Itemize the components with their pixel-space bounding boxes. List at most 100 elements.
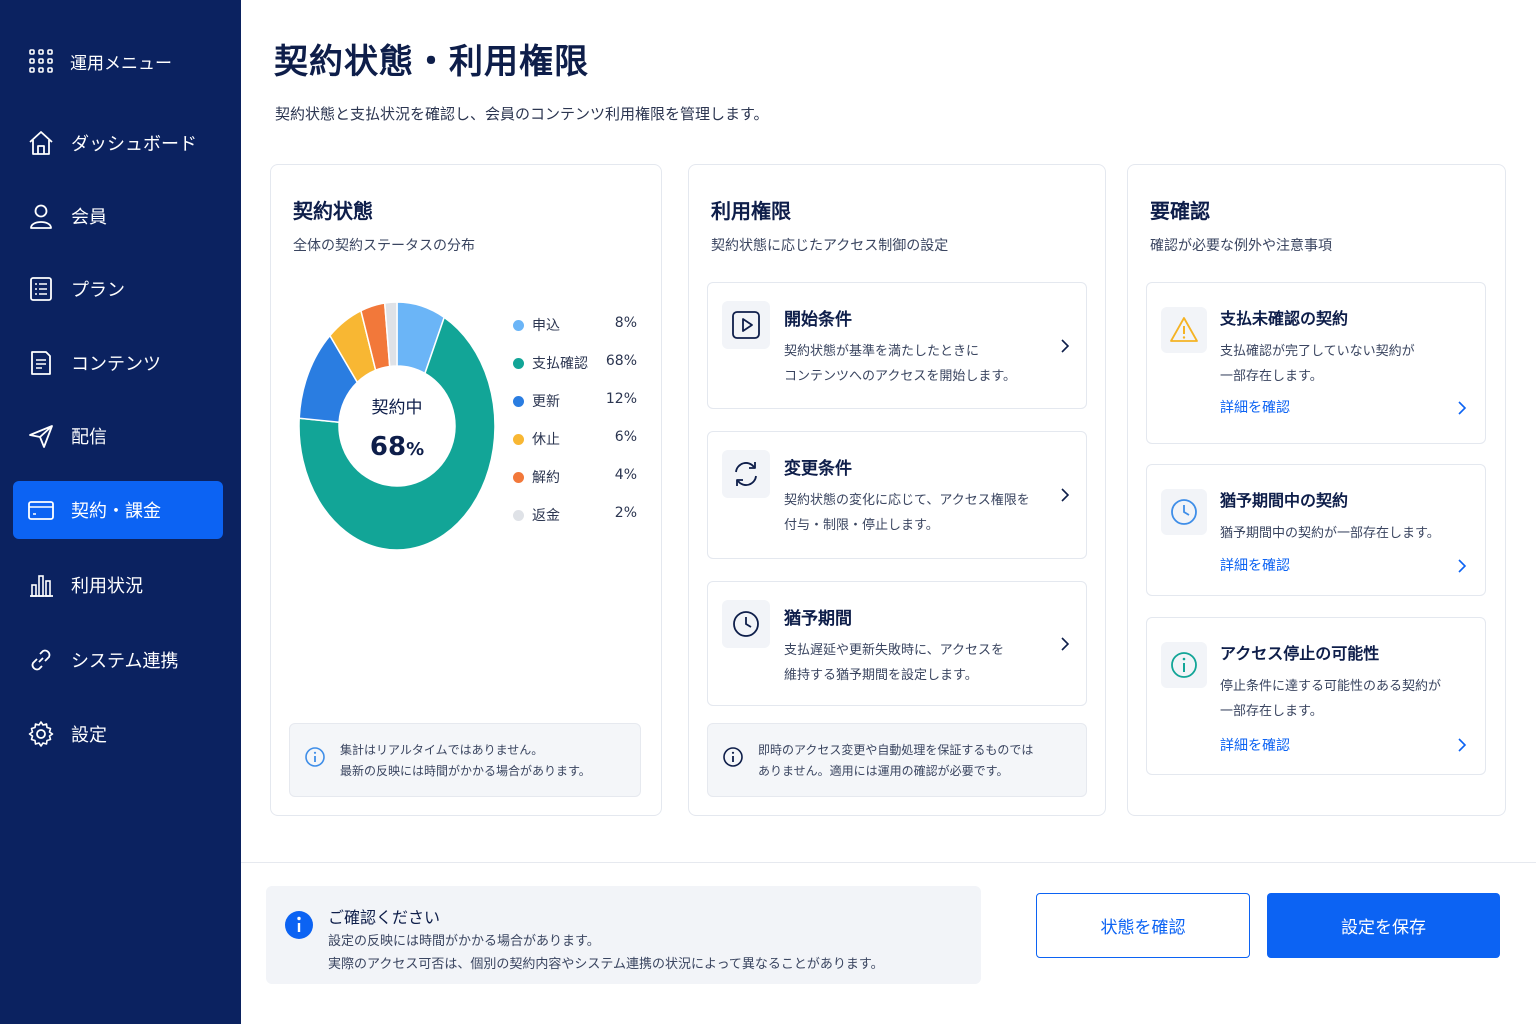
permission-item-grace[interactable]: 猶予期間 支払遅延や更新失敗時に、アクセスを 維持する猶予期間を設定します。 [707, 581, 1087, 706]
legend-item: 解約 4% [511, 467, 637, 505]
sidebar-item-settings[interactable]: 設定 [13, 705, 223, 763]
chevron-right-icon[interactable] [1457, 737, 1467, 753]
donut-center-value: 68% [370, 432, 424, 462]
sidebar-item-delivery[interactable]: 配信 [13, 407, 223, 465]
permission-description: 支払遅延や更新失敗時に、アクセスを 維持する猶予期間を設定します。 [784, 643, 1004, 683]
sidebar-item-label: 配信 [71, 427, 107, 448]
note-line: 最新の反映には時間がかかる場合があります。 [340, 764, 591, 778]
chevron-right-icon [1061, 338, 1070, 353]
sidebar-menu-label: 運用メニュー [70, 53, 172, 74]
review-title: アクセス停止の可能性 [1220, 644, 1380, 663]
legend-swatch [513, 434, 524, 445]
sidebar-item-billing[interactable]: 契約・課金 [13, 481, 223, 539]
legend-label: 解約 [532, 470, 560, 486]
legend-swatch [513, 396, 524, 407]
card-title: 利用権限 [711, 199, 791, 223]
chart-legend: 申込 8% 支払確認 68% 更新 12% 休止 6% 解約 4% 返金 2% [511, 315, 637, 543]
legend-label: 支払確認 [532, 356, 588, 372]
sidebar-menu-header: 運用メニュー [28, 48, 172, 74]
legend-item: 支払確認 68% [511, 353, 637, 391]
card-title: 要確認 [1150, 199, 1210, 223]
review-card: 要確認 確認が必要な例外や注意事項 支払未確認の契約 支払確認が完了していない契… [1127, 164, 1506, 816]
sidebar-item-label: 契約・課金 [71, 501, 161, 522]
review-description: 支払確認が完了していない契約が 一部存在します。 [1220, 344, 1415, 384]
sidebar-item-plans[interactable]: プラン [13, 260, 223, 318]
sidebar-item-members[interactable]: 会員 [13, 187, 223, 245]
legend-value: 68% [605, 353, 637, 369]
save-settings-button[interactable]: 設定を保存 [1267, 893, 1500, 958]
clock-icon [733, 611, 759, 637]
chevron-right-icon [1061, 488, 1070, 502]
plan-list-icon [30, 277, 52, 301]
sidebar-item-label: コンテンツ [71, 354, 161, 375]
donut-center-label: 契約中 [372, 398, 423, 418]
page-title: 契約状態・利用権限 [274, 42, 589, 82]
sidebar: 運用メニュー ダッシュボード 会員 プラン コンテンツ 配信 契約・課金 利用状… [0, 0, 241, 1024]
note-line: ありません。適用には運用の確認が必要です。 [758, 764, 1009, 778]
permission-item-start[interactable]: 開始条件 契約状態が基準を満たしたときに コンテンツへのアクセスを開始します。 [707, 282, 1087, 409]
bar-chart-icon [30, 575, 53, 597]
gear-icon [28, 721, 54, 747]
legend-item: 休止 6% [511, 429, 637, 467]
sidebar-item-integration[interactable]: システム連携 [13, 631, 223, 689]
sidebar-item-label: ダッシュボード [71, 134, 197, 155]
permission-description: 契約状態の変化に応じて、アクセス権限を 付与・制限・停止します。 [784, 493, 1030, 533]
detail-link[interactable]: 詳細を確認 [1220, 735, 1290, 755]
legend-label: 更新 [532, 394, 560, 410]
permission-title: 開始条件 [784, 310, 852, 330]
legend-swatch [513, 472, 524, 483]
permission-card: 利用権限 契約状態に応じたアクセス制御の設定 開始条件 契約状態が基準を満たした… [688, 164, 1106, 816]
permission-title: 猶予期間 [784, 609, 852, 629]
card-title: 契約状態 [293, 199, 373, 223]
document-icon [31, 351, 51, 375]
info-filled-icon [285, 911, 313, 939]
legend-swatch [513, 320, 524, 331]
chevron-right-icon[interactable] [1457, 400, 1467, 416]
legend-label: 返金 [532, 508, 560, 524]
contract-info-note: 集計はリアルタイムではありません。 最新の反映には時間がかかる場合があります。 [289, 723, 641, 797]
chevron-right-icon[interactable] [1457, 558, 1467, 574]
home-icon [29, 131, 53, 155]
link-icon [31, 649, 51, 671]
page-subtitle: 契約状態と支払状況を確認し、会員のコンテンツ利用権限を管理します。 [275, 105, 769, 123]
legend-label: 休止 [532, 432, 560, 448]
sidebar-item-usage[interactable]: 利用状況 [13, 556, 223, 614]
legend-value: 12% [605, 391, 637, 407]
legend-item: 申込 8% [511, 315, 637, 353]
sidebar-item-label: プラン [71, 280, 125, 301]
legend-label: 申込 [532, 318, 560, 334]
chevron-right-icon [1061, 636, 1070, 651]
refresh-icon [735, 462, 757, 486]
warning-icon [1170, 317, 1198, 342]
detail-link[interactable]: 詳細を確認 [1220, 555, 1290, 575]
card-subtitle: 全体の契約ステータスの分布 [293, 238, 475, 254]
info-icon [723, 747, 743, 767]
card-icon [28, 501, 54, 520]
note-line: 即時のアクセス変更や自動処理を保証するものでは [758, 743, 1034, 757]
info-icon [305, 747, 325, 767]
sidebar-item-contents[interactable]: コンテンツ [13, 334, 223, 392]
permission-title: 変更条件 [784, 459, 852, 479]
legend-value: 6% [614, 429, 637, 445]
legend-value: 2% [614, 505, 637, 521]
notice-line: 実際のアクセス可否は、個別の契約内容やシステム連携の状況によって異なることがあり… [328, 957, 884, 972]
detail-link[interactable]: 詳細を確認 [1220, 397, 1290, 417]
check-status-button[interactable]: 状態を確認 [1036, 893, 1250, 958]
sidebar-item-label: 設定 [71, 725, 107, 746]
note-line: 集計はリアルタイムではありません。 [340, 743, 544, 757]
review-title: 猶予期間中の契約 [1220, 491, 1349, 510]
user-icon [30, 204, 52, 229]
contract-status-card: 契約状態 全体の契約ステータスの分布 契約中 68% 申込 8% 支払確認 68% 更新… [270, 164, 662, 816]
card-subtitle: 確認が必要な例外や注意事項 [1150, 238, 1332, 254]
permission-item-change[interactable]: 変更条件 契約状態の変化に応じて、アクセス権限を 付与・制限・停止します。 [707, 431, 1087, 559]
notice-line: 設定の反映には時間がかかる場合があります。 [328, 934, 600, 949]
review-description: 停止条件に達する可能性のある契約が 一部存在します。 [1220, 679, 1442, 719]
play-icon [732, 311, 760, 339]
contract-donut-chart: 契約中 68% [298, 301, 496, 551]
sidebar-item-dashboard[interactable]: ダッシュボード [13, 114, 223, 172]
review-title: 支払未確認の契約 [1220, 309, 1349, 328]
info-icon [1171, 652, 1197, 678]
grid-menu-icon [29, 49, 53, 73]
review-description: 猶予期間中の契約が一部存在します。 [1220, 526, 1440, 541]
notice-title: ご確認ください [328, 908, 441, 927]
